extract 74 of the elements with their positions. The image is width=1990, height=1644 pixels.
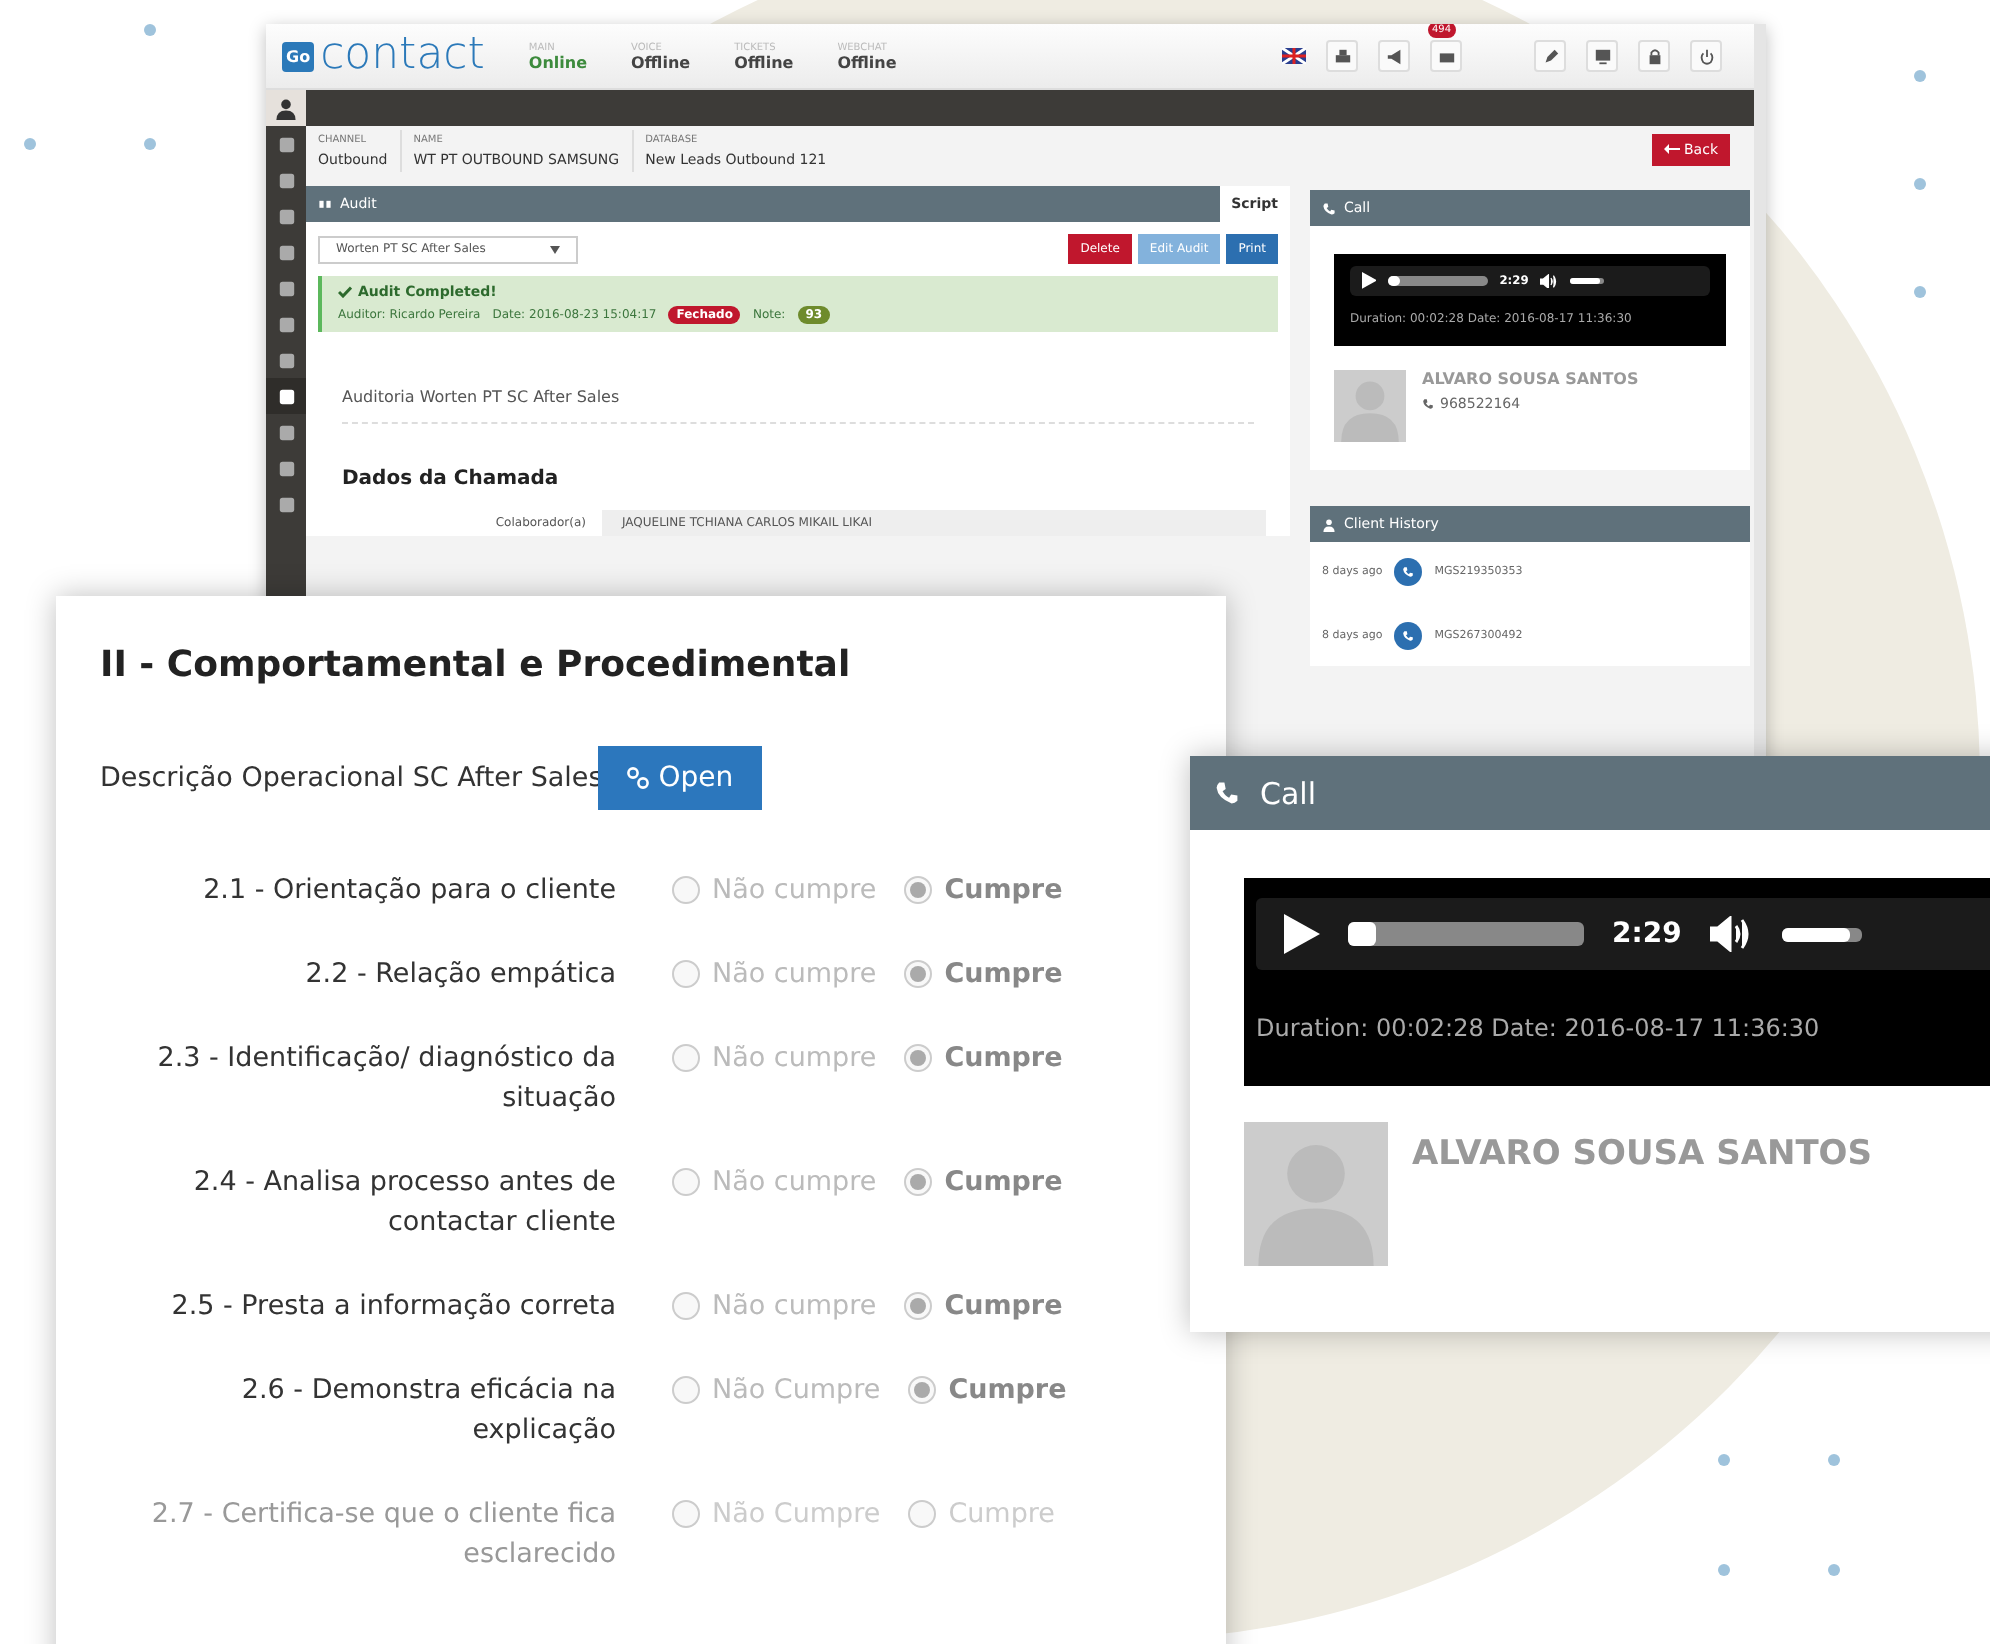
progress-bar[interactable] — [1388, 276, 1488, 287]
user-icon — [1322, 517, 1336, 532]
time-label: 2:29 — [1612, 918, 1682, 950]
radio-option[interactable]: Cumpre — [904, 1286, 1063, 1326]
volume-icon[interactable] — [1540, 273, 1559, 289]
radio-option[interactable]: Cumpre — [904, 954, 1063, 994]
radio-button[interactable] — [672, 960, 700, 988]
status-value: Offline — [631, 53, 691, 71]
question-label: 2.5 - Presta a informação correta — [169, 1288, 616, 1326]
sidebar-item[interactable] — [266, 378, 306, 414]
question-label: 2.2 - Relação empática — [303, 956, 616, 994]
play-icon[interactable] — [1284, 914, 1320, 954]
lock-icon — [1645, 47, 1663, 65]
radio-option[interactable]: Não cumpre — [672, 870, 877, 910]
power-icon — [1697, 47, 1715, 65]
toolbar-button[interactable] — [1534, 40, 1566, 72]
avatar-silhouette — [1244, 1122, 1388, 1266]
question-label: 2.7 - Certifica-se que o cliente fica esclarecido — [149, 1496, 616, 1574]
status-value: Online — [528, 53, 587, 71]
radio-option[interactable]: Cumpre — [904, 1162, 1063, 1202]
section-heading: II - Comportamental e Procedimental — [100, 644, 853, 686]
question-label: 2.3 - Identificação/ diagnóstico da situação — [155, 1040, 616, 1118]
radio-button[interactable] — [904, 1168, 933, 1196]
arrow-left-icon — [1664, 144, 1680, 154]
check-icon — [338, 286, 352, 298]
link-icon — [626, 766, 651, 790]
radio-button[interactable] — [672, 876, 700, 904]
radio-button[interactable] — [672, 1292, 700, 1320]
radio-option[interactable]: Não Cumpre — [672, 1370, 881, 1410]
radio-option[interactable]: Cumpre — [904, 870, 1063, 910]
open-button[interactable]: Open — [598, 746, 762, 810]
radio-button[interactable] — [904, 876, 933, 904]
avatar-silhouette[interactable] — [274, 94, 298, 122]
toolbar-button[interactable] — [1378, 40, 1410, 72]
radio-button[interactable] — [904, 1292, 933, 1320]
section-heading: Dados da Chamada — [342, 468, 561, 490]
monitor-icon — [1593, 47, 1611, 65]
question-label: 2.4 - Analisa processo antes de contactar cliente — [191, 1164, 616, 1242]
avatar-silhouette — [1334, 370, 1406, 443]
description-label: Descrição Operacional SC After Sales — [100, 762, 603, 794]
toolbar-button[interactable] — [1638, 40, 1670, 72]
status-value: Offline — [734, 53, 794, 71]
panel-title: Call — [1260, 775, 1317, 811]
radio-option[interactable]: Cumpre — [908, 1370, 1067, 1410]
radio-option[interactable]: Não cumpre — [672, 1038, 877, 1078]
toolbar-button[interactable] — [1690, 40, 1722, 72]
client-name: ALVARO SOUSA SANTOS — [1422, 370, 1639, 389]
flag-icon[interactable] — [1282, 48, 1306, 64]
radio-option[interactable]: Cumpre — [904, 1038, 1063, 1078]
client-name: ALVARO SOUSA SANTOS — [1412, 1134, 1873, 1178]
radio-option[interactable]: Não cumpre — [672, 954, 877, 994]
toolbar-button[interactable] — [1430, 40, 1462, 72]
megaphone-icon — [1385, 47, 1403, 65]
radio-button[interactable] — [904, 960, 933, 988]
radio-option[interactable]: Não cumpre — [672, 1162, 877, 1202]
edit-icon — [1541, 47, 1559, 65]
radio-button[interactable] — [672, 1044, 700, 1072]
status-value: Offline — [837, 53, 897, 71]
form-title: Auditoria Worten PT SC After Sales — [342, 388, 1254, 424]
radio-button[interactable] — [672, 1376, 700, 1404]
radio-button[interactable] — [908, 1376, 937, 1404]
logo-text: contact — [320, 34, 485, 78]
play-icon[interactable] — [1361, 272, 1377, 290]
caret-icon — [550, 245, 560, 253]
logo-mark: Go — [282, 41, 315, 71]
toolbar-button[interactable] — [1586, 40, 1618, 72]
radio-button[interactable] — [904, 1044, 933, 1072]
toolbar-button[interactable] — [1326, 40, 1358, 72]
question-label: 2.6 - Demonstra eficácia na explicação — [239, 1372, 616, 1450]
volume-icon[interactable] — [1709, 916, 1754, 952]
radio-option[interactable]: Não cumpre — [672, 1286, 877, 1326]
question-label: 2.1 - Orientação para o cliente — [201, 872, 616, 910]
radio-button[interactable] — [672, 1168, 700, 1196]
call-details: Duration: 00:02:28 Date: 2016-08-17 11:36:30 — [1256, 1014, 1822, 1042]
